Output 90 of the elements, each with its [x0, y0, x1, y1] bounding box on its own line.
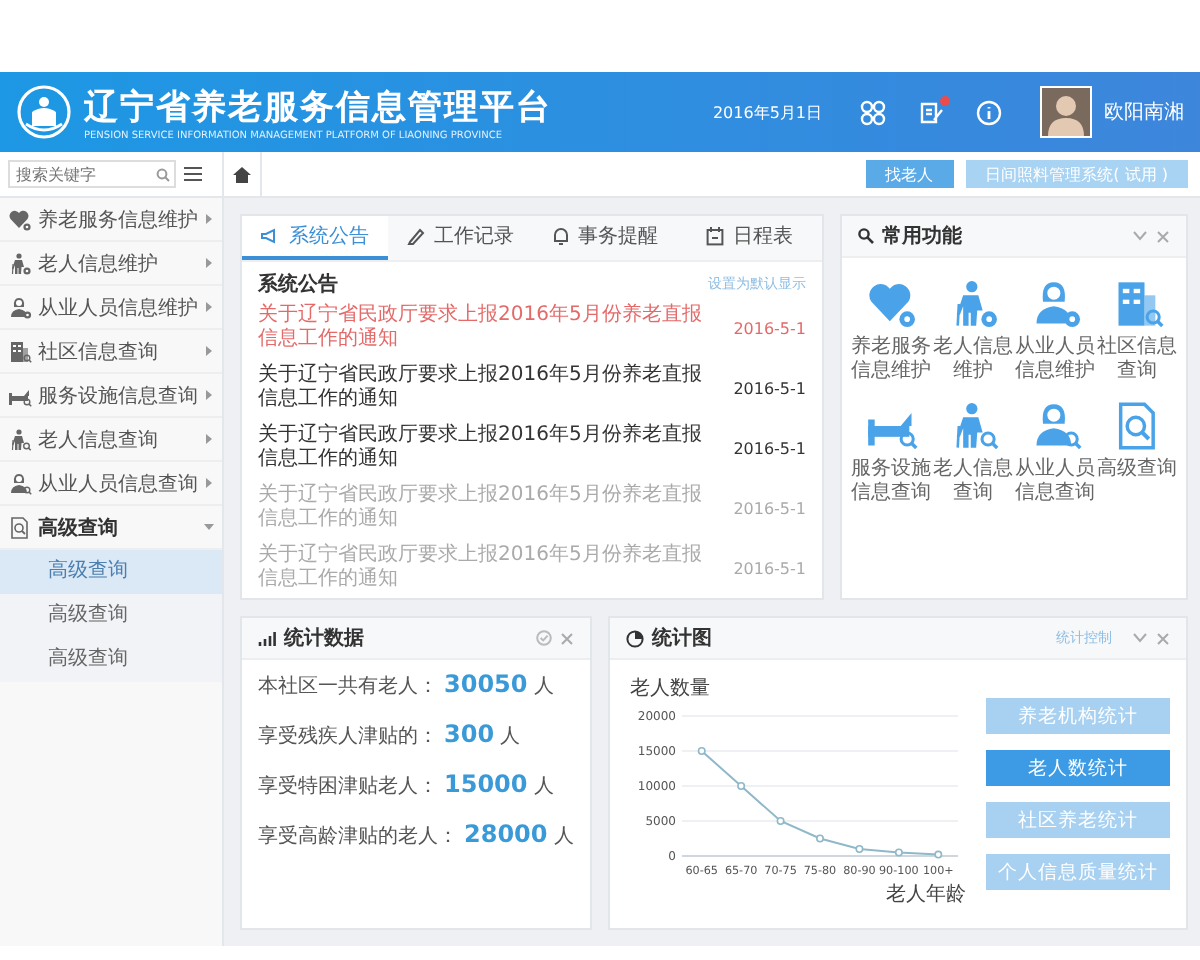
heart-gear-icon [8, 207, 32, 231]
shortcut-button[interactable]: 从业人员信息维护 [1014, 278, 1096, 384]
data-point [816, 834, 824, 843]
axis-title: 老人年龄 [886, 884, 966, 906]
notification-dot [940, 95, 950, 105]
close-icon[interactable] [1156, 631, 1170, 645]
stat-unit: 人 [500, 724, 521, 750]
sidebar-item[interactable]: 服务设施信息查询 [0, 374, 222, 418]
shortcut-button[interactable]: 老人信息查询 [932, 400, 1014, 506]
notice-heading: 系统公告 [258, 271, 338, 298]
sidebar-item[interactable]: 养老服务信息维护 [0, 198, 222, 242]
notice-link[interactable]: 关于辽宁省民政厅要求上报2016年5月份养老直报信息工作的通知 [258, 364, 718, 412]
apps-icon[interactable] [860, 99, 886, 125]
chart-toggle-button[interactable]: 老人数统计 [986, 750, 1170, 786]
shortcut-button[interactable]: 社区信息查询 [1096, 278, 1178, 384]
menu-icon[interactable] [184, 166, 202, 182]
data-point [697, 747, 706, 755]
date-label: 2016年5月1日 [712, 101, 822, 123]
data-point [776, 817, 785, 825]
sidebar-subitem[interactable]: 高级查询 [0, 550, 222, 594]
notice-date: 2016-5-1 [733, 319, 806, 337]
sidebar-item[interactable]: 老人信息维护 [0, 242, 222, 286]
megaphone-icon [260, 228, 281, 244]
calendar-icon [706, 226, 725, 246]
elder-search-icon [8, 427, 32, 451]
close-icon[interactable] [560, 631, 574, 645]
stat-unit: 人 [533, 674, 554, 700]
sidebar-item[interactable]: 从业人员信息维护 [0, 286, 222, 330]
info-icon[interactable] [976, 99, 1002, 125]
stat-label: 享受残疾人津贴的： [258, 723, 438, 750]
stat-label: 本社区一共有老人： [258, 673, 438, 700]
panel-title: 统计数据 [284, 625, 366, 652]
stat-label: 享受高龄津贴的老人： [258, 823, 458, 850]
notice-date: 2016-5-1 [733, 379, 806, 397]
notice-date: 2016-5-1 [733, 439, 806, 457]
notice-link[interactable]: 关于辽宁省民政厅要求上报2016年5月份养老直报信息工作的通知 [258, 304, 718, 352]
shortcut-button[interactable]: 高级查询 [1096, 400, 1178, 506]
user-name[interactable]: 欧阳南湘 [1104, 98, 1184, 126]
data-point [855, 845, 864, 853]
edit-note-icon[interactable] [918, 99, 944, 125]
woman-gear-icon [8, 295, 32, 319]
data-point [934, 850, 943, 859]
tab[interactable]: 事务提醒 [532, 216, 677, 260]
stat-unit: 人 [553, 824, 574, 850]
stat-unit: 人 [533, 774, 554, 800]
notice-link[interactable]: 关于辽宁省民政厅要求上报2016年5月份养老直报信息工作的通知 [258, 424, 718, 472]
axis-title: 老人数量 [630, 678, 710, 700]
stat-value: 30050 [444, 670, 528, 698]
stat-value: 300 [444, 720, 495, 748]
shortcut-button[interactable]: 养老服务信息维护 [850, 278, 932, 384]
bell-icon [551, 226, 570, 246]
notice-date: 2016-5-1 [733, 559, 806, 577]
logo-icon [16, 84, 72, 140]
home-icon[interactable] [232, 165, 252, 183]
sidebar-item[interactable]: 社区信息查询 [0, 330, 222, 374]
tab[interactable]: 日程表 [677, 216, 822, 260]
tab[interactable]: 系统公告 [242, 216, 387, 260]
stat-value: 28000 [464, 820, 548, 848]
stat-label: 享受特困津贴老人： [258, 773, 438, 800]
notice-date: 2016-5-1 [733, 499, 806, 517]
bar-chart-icon [258, 631, 276, 645]
woman-search-icon [8, 471, 32, 495]
panel-title: 常用功能 [882, 223, 964, 250]
tab[interactable]: 工作记录 [387, 216, 532, 260]
search-icon [858, 228, 874, 244]
check-circle-icon[interactable] [536, 630, 552, 646]
sidebar-item[interactable]: 老人信息查询 [0, 418, 222, 462]
heart-gear-icon [865, 278, 917, 330]
building-search-icon [8, 339, 32, 363]
shortcut-button[interactable]: 从业人员信息查询 [1014, 400, 1096, 506]
panel-title: 统计图 [652, 625, 714, 652]
data-point [737, 782, 746, 790]
shortcut-button[interactable]: 老人信息维护 [932, 278, 1014, 384]
sidebar-subitem[interactable]: 高级查询 [0, 594, 222, 638]
collapse-icon[interactable] [1132, 632, 1148, 644]
stat-value: 15000 [444, 770, 528, 798]
search-icon[interactable] [156, 167, 170, 181]
close-icon[interactable] [1156, 229, 1170, 243]
pen-icon [405, 227, 426, 245]
app-title: 辽宁省养老服务信息管理平台 [84, 85, 552, 129]
elder-gear-icon [8, 251, 32, 275]
document-search-icon [8, 515, 32, 539]
search-field[interactable]: 搜索关键字 [8, 160, 176, 188]
sidebar-subitem[interactable]: 高级查询 [0, 638, 222, 682]
data-point [894, 848, 903, 857]
shortcut-button[interactable]: 服务设施信息查询 [850, 400, 932, 506]
collapse-icon[interactable] [1132, 230, 1148, 242]
sidebar-item[interactable]: 从业人员信息查询 [0, 462, 222, 506]
pie-chart-icon [626, 629, 644, 647]
avatar[interactable] [1040, 86, 1092, 138]
